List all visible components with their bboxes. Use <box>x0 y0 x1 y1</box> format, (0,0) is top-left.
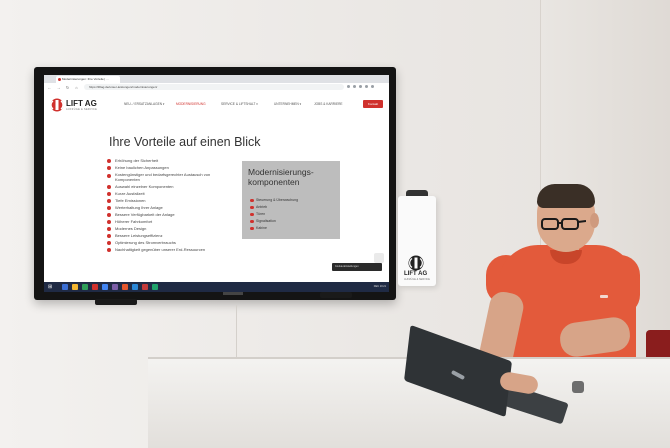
sign-text: LIFT AG <box>404 271 428 277</box>
site-logo[interactable]: LIFT AG AUFZÜGE & SERVICE <box>50 98 110 114</box>
display-mount-left <box>95 299 137 305</box>
favicon-icon <box>58 78 61 81</box>
home-icon[interactable]: ⌂ <box>74 85 79 90</box>
browser-tab-bar: Modernisierungen: Ihre Vorteile | ... <box>44 75 389 83</box>
system-tray: DEU 10:21 <box>373 285 386 288</box>
components-list: Steuerung & Überwachung Antrieb Türen Si… <box>250 197 298 232</box>
nav-item-jobs[interactable]: JOBS & KARRIERE <box>314 102 343 106</box>
folder-icon[interactable] <box>72 284 78 290</box>
main-nav: NEU- / ERSATZANLAGEN ▾ MODERNISIERUNG SE… <box>124 102 359 108</box>
list-item: Kabine <box>250 225 298 232</box>
list-item: Kurze Ausfallzeit <box>107 190 247 197</box>
office-scene: Modernisierungen: Ihre Vorteile | ... ← … <box>0 0 670 448</box>
nav-item-unternehmen[interactable]: UNTERNEHMEN ▾ <box>274 102 301 106</box>
list-item: Kostengünstiger und bedarfsgerechter Aus… <box>107 171 235 183</box>
logo-text: LIFT AG <box>66 99 97 108</box>
list-item: Steuerung & Überwachung <box>250 197 298 204</box>
check-icon <box>250 205 254 209</box>
page-title: Ihre Vorteile auf einen Blick <box>109 135 261 149</box>
reload-icon[interactable]: ↻ <box>65 85 70 90</box>
cookie-banner[interactable]: Cookie-Einstellungen <box>332 263 382 271</box>
list-item: Werterhaltung Ihrer Anlage <box>107 204 247 211</box>
check-icon <box>107 247 111 252</box>
list-item: Signalisation <box>250 218 298 225</box>
app-icon[interactable] <box>82 284 88 290</box>
person-hair <box>537 184 595 208</box>
logo-subtext: AUFZÜGE & SERVICE <box>66 108 98 111</box>
check-icon <box>250 226 254 230</box>
tab-title: Modernisierungen: Ihre Vorteile | ... <box>62 77 109 81</box>
check-icon <box>107 205 111 210</box>
list-item: Nachhaltigkeit gegenüber unserer Erd-Res… <box>107 246 247 253</box>
list-item: Optimierung des Stromverbrauchs <box>107 239 247 246</box>
app-icon[interactable] <box>112 284 118 290</box>
list-item: Erhöhung der Sicherheit <box>107 157 247 164</box>
check-icon <box>250 219 254 223</box>
url-field[interactable]: https://liftag.de/unser-leistungen/moder… <box>84 84 344 90</box>
browser-tab[interactable]: Modernisierungen: Ihre Vorteile | ... <box>56 76 120 83</box>
browser-extension-icons <box>347 85 387 90</box>
logo-mark-icon <box>50 98 64 112</box>
display-brand-mark <box>223 292 243 295</box>
panel-title: Modernisierungs-komponenten <box>248 167 314 187</box>
nav-item-service[interactable]: SERVICE & LIFTSHALT ▾ <box>221 102 258 106</box>
check-icon <box>107 198 111 203</box>
shirt-logo-icon <box>600 295 608 298</box>
app-icon[interactable] <box>142 284 148 290</box>
app-icon[interactable] <box>122 284 128 290</box>
list-item: Keine baulichen Anpassungen <box>107 164 247 171</box>
check-icon <box>107 184 111 189</box>
display-mount-right <box>320 292 352 298</box>
taskbar-app-icons <box>62 284 158 290</box>
nav-item-modernisierung[interactable]: MODERNISIERUNG <box>176 102 206 106</box>
contact-button[interactable]: Kontakt <box>363 100 383 108</box>
check-icon <box>107 174 111 178</box>
list-item: Höherer Fahrkomfort <box>107 218 247 225</box>
check-icon <box>107 233 111 238</box>
check-icon <box>107 219 111 224</box>
site-header: LIFT AG AUFZÜGE & SERVICE NEU- / ERSATZA… <box>44 92 389 118</box>
recaptcha-badge-icon[interactable] <box>374 253 384 263</box>
check-icon <box>250 212 254 216</box>
check-icon <box>250 198 254 202</box>
check-icon <box>107 165 111 170</box>
windows-start-icon[interactable]: ⊞ <box>48 284 54 290</box>
list-item: Modernes Design <box>107 225 247 232</box>
app-icon[interactable] <box>132 284 138 290</box>
list-item: Antrieb <box>250 204 298 211</box>
components-panel: Modernisierungs-komponenten Steuerung & … <box>242 161 340 239</box>
benefits-list: Erhöhung der Sicherheit Keine baulichen … <box>107 157 247 253</box>
forward-icon[interactable]: → <box>56 85 61 90</box>
browser-icon[interactable] <box>102 284 108 290</box>
app-icon[interactable] <box>152 284 158 290</box>
list-item: Bessere Verfügbarkeit der Anlage <box>107 211 247 218</box>
sign-logo-icon <box>408 255 424 271</box>
check-icon <box>107 240 111 245</box>
watch-icon <box>572 381 584 393</box>
sign-subtext: AUFZÜGE & SERVICE <box>404 278 430 281</box>
back-icon[interactable]: ← <box>47 85 52 90</box>
os-taskbar: ⊞ DEU 10:21 <box>44 282 389 292</box>
app-icon[interactable] <box>92 284 98 290</box>
check-icon <box>107 226 111 231</box>
check-icon <box>107 158 111 163</box>
display-screen: Modernisierungen: Ihre Vorteile | ... ← … <box>44 75 389 292</box>
app-icon[interactable] <box>62 284 68 290</box>
nav-item-neu-ersatzanlagen[interactable]: NEU- / ERSATZANLAGEN ▾ <box>124 102 165 106</box>
glasses-icon <box>541 218 586 230</box>
list-item: Auswahl einzelner Komponenten <box>107 183 247 190</box>
list-item: Tiefe Emissionen <box>107 197 247 204</box>
check-icon <box>107 191 111 196</box>
list-item: Türen <box>250 211 298 218</box>
list-item: Bessere Leistungseffizienz <box>107 232 247 239</box>
person-ear <box>590 213 599 228</box>
cable <box>236 305 237 360</box>
check-icon <box>107 212 111 217</box>
